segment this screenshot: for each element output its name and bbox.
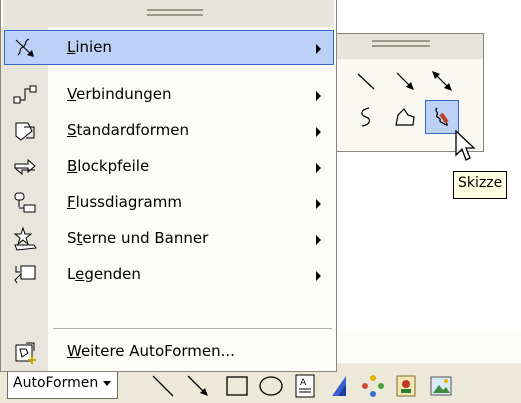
rectangle-icon — [226, 376, 248, 396]
tool-double-arrow[interactable] — [425, 64, 459, 98]
curve-icon — [361, 107, 371, 127]
menu-item-label: Sterne und Banner — [67, 229, 209, 247]
autoshapes-menu-button[interactable]: AutoFormen — [7, 369, 119, 399]
oval-icon — [259, 376, 283, 396]
autoshapes-label: AutoFormen — [13, 375, 99, 391]
tool-freeform[interactable] — [388, 100, 422, 134]
menu-item-more-autoshapes[interactable]: Weitere AutoFormen... — [4, 334, 334, 369]
submenu-arrow-icon — [316, 271, 321, 281]
menu-item-label: Legenden — [67, 265, 141, 283]
submenu-arrow-icon — [316, 127, 321, 137]
menu-item-block-arrows[interactable]: Blockpfeile — [4, 149, 334, 184]
clip-art-icon — [396, 375, 416, 397]
mouse-pointer-icon — [454, 129, 478, 166]
tool-arrow[interactable] — [388, 64, 422, 98]
menu-item-label: Linien — [67, 38, 112, 56]
freeform-icon — [395, 108, 415, 126]
submenu-arrow-icon — [316, 235, 321, 245]
stars-banners-icon — [12, 226, 38, 252]
double-arrow-icon — [432, 71, 452, 91]
tool-line[interactable] — [349, 64, 383, 98]
toolbar-diagram-button[interactable] — [358, 372, 388, 400]
tool-scribble[interactable] — [425, 100, 459, 134]
submenu-drag-handle[interactable] — [337, 34, 483, 59]
menu-separator — [53, 328, 332, 329]
more-autoshapes-icon — [12, 339, 38, 365]
menu-drag-handle[interactable] — [3, 0, 334, 27]
arrow-icon — [396, 72, 414, 90]
toolbar-text-box-button[interactable]: A — [290, 372, 320, 400]
svg-text:A: A — [300, 378, 307, 388]
block-arrows-icon — [12, 154, 38, 180]
line-icon — [357, 73, 375, 90]
picture-icon — [430, 376, 452, 396]
grip-icon — [147, 9, 203, 16]
flowchart-icon — [12, 190, 38, 216]
tool-curve[interactable] — [349, 100, 383, 134]
diagram-icon — [362, 375, 384, 397]
menu-item-label: Standardformen — [67, 121, 189, 139]
menu-item-connectors[interactable]: Verbindungen — [4, 77, 334, 112]
menu-item-callouts[interactable]: Legenden — [4, 257, 334, 292]
wordart-icon — [332, 376, 346, 396]
toolbar-oval-button[interactable] — [256, 372, 286, 400]
submenu-arrow-icon — [316, 199, 321, 209]
submenu-arrow-icon — [316, 91, 321, 101]
menu-item-label: Blockpfeile — [67, 157, 150, 175]
toolbar-clip-art-button[interactable] — [392, 372, 422, 400]
menu-item-stars-banners[interactable]: Sterne und Banner — [4, 221, 334, 256]
arrow-icon — [187, 375, 208, 396]
menu-item-flowchart[interactable]: Flussdiagramm — [4, 185, 334, 220]
submenu-arrow-icon — [316, 163, 321, 173]
menu-item-label: Verbindungen — [67, 85, 172, 103]
basic-shapes-icon — [12, 118, 38, 144]
scribble-icon — [435, 107, 449, 126]
dropdown-caret-icon — [103, 380, 112, 386]
submenu-arrow-icon — [316, 44, 321, 54]
connectors-icon — [12, 82, 38, 108]
tooltip: Skizze — [453, 171, 508, 199]
text-box-icon: A — [295, 374, 315, 398]
toolbar-line-button[interactable] — [147, 372, 177, 400]
toolbar-rectangle-button[interactable] — [222, 372, 252, 400]
line-icon — [152, 375, 174, 397]
menu-item-basic-shapes[interactable]: Standardformen — [4, 113, 334, 148]
callouts-icon — [12, 262, 38, 288]
toolbar-picture-button[interactable] — [426, 372, 456, 400]
toolbar-arrow-button[interactable] — [182, 372, 212, 400]
menu-item-label: Flussdiagramm — [67, 193, 182, 211]
menu-item-label: Weitere AutoFormen... — [67, 342, 235, 360]
toolbar-wordart-button[interactable] — [324, 372, 354, 400]
lines-icon — [12, 35, 38, 61]
grip-icon — [372, 40, 430, 47]
menu-item-lines[interactable]: Linien — [4, 30, 334, 65]
autoshapes-menu: Linien Verbindungen Standardformen Block… — [0, 0, 337, 372]
